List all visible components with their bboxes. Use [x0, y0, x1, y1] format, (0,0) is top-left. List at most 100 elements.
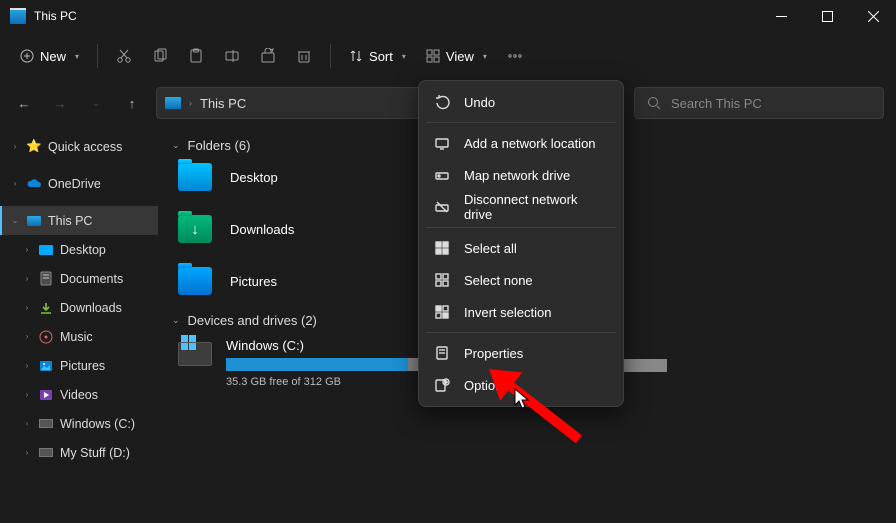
- sidebar-item-videos[interactable]: ›Videos: [0, 380, 158, 409]
- delete-button[interactable]: [288, 40, 320, 72]
- sidebar-item-quick-access[interactable]: ›⭐Quick access: [0, 132, 158, 161]
- recent-button[interactable]: ⌄: [84, 91, 108, 115]
- sort-label: Sort: [369, 49, 393, 64]
- folder-label: Downloads: [230, 222, 294, 237]
- cloud-icon: [26, 176, 42, 192]
- star-icon: ⭐: [26, 139, 42, 155]
- sidebar-item-label: This PC: [48, 214, 92, 228]
- close-button[interactable]: [850, 0, 896, 32]
- view-button[interactable]: View▾: [418, 40, 495, 72]
- menu-label: Select none: [464, 273, 533, 288]
- menu-add-network-location[interactable]: Add a network location: [424, 127, 618, 159]
- back-button[interactable]: ←: [12, 91, 36, 115]
- up-button[interactable]: ↑: [120, 91, 144, 115]
- forward-button[interactable]: →: [48, 91, 72, 115]
- menu-label: Select all: [464, 241, 517, 256]
- map-drive-icon: [434, 167, 450, 183]
- menu-separator: [426, 122, 616, 123]
- address-path: This PC: [200, 96, 246, 111]
- desktop-icon: [38, 242, 54, 258]
- menu-map-network-drive[interactable]: Map network drive: [424, 159, 618, 191]
- copy-button[interactable]: [144, 40, 176, 72]
- menu-label: Add a network location: [464, 136, 596, 151]
- menu-separator: [426, 332, 616, 333]
- menu-properties[interactable]: Properties: [424, 337, 618, 369]
- window-title: This PC: [34, 9, 758, 23]
- folder-icon: [178, 163, 212, 191]
- drive-usage-bar: [226, 358, 431, 371]
- music-icon: [38, 329, 54, 345]
- cut-button[interactable]: [108, 40, 140, 72]
- sidebar-item-label: Desktop: [60, 243, 106, 257]
- folder-icon: [178, 267, 212, 295]
- menu-label: Undo: [464, 95, 495, 110]
- videos-icon: [38, 387, 54, 403]
- drive-icon: [38, 416, 54, 432]
- folder-label: Pictures: [230, 274, 277, 289]
- undo-icon: [434, 94, 450, 110]
- view-label: View: [446, 49, 474, 64]
- toolbar: New▾ Sort▾ View▾: [0, 32, 896, 80]
- menu-label: Disconnect network drive: [464, 192, 608, 222]
- menu-select-all[interactable]: Select all: [424, 232, 618, 264]
- sidebar-item-downloads[interactable]: ›Downloads: [0, 293, 158, 322]
- sidebar-item-label: Windows (C:): [60, 417, 135, 431]
- sidebar-item-windows-c[interactable]: ›Windows (C:): [0, 409, 158, 438]
- menu-label: Map network drive: [464, 168, 570, 183]
- group-header-label: Devices and drives (2): [188, 313, 317, 328]
- sidebar-item-label: Documents: [60, 272, 123, 286]
- pc-icon: [26, 213, 42, 229]
- search-placeholder: Search This PC: [671, 96, 762, 111]
- new-button[interactable]: New▾: [12, 40, 87, 72]
- sidebar-item-desktop[interactable]: ›Desktop: [0, 235, 158, 264]
- paste-button[interactable]: [180, 40, 212, 72]
- menu-disconnect-network-drive[interactable]: Disconnect network drive: [424, 191, 618, 223]
- menu-undo[interactable]: Undo: [424, 86, 618, 118]
- titlebar: This PC: [0, 0, 896, 32]
- select-all-icon: [434, 240, 450, 256]
- menu-label: Invert selection: [464, 305, 551, 320]
- more-button[interactable]: [499, 40, 531, 72]
- sort-button[interactable]: Sort▾: [341, 40, 414, 72]
- sidebar-item-documents[interactable]: ›Documents: [0, 264, 158, 293]
- minimize-button[interactable]: [758, 0, 804, 32]
- this-pc-icon: [10, 8, 26, 24]
- downloads-icon: [38, 300, 54, 316]
- network-location-icon: [434, 135, 450, 151]
- sidebar-item-this-pc[interactable]: ⌄This PC: [0, 206, 158, 235]
- sidebar-item-mystuff-d[interactable]: ›My Stuff (D:): [0, 438, 158, 467]
- properties-icon: [434, 345, 450, 361]
- drive-icon: [38, 445, 54, 461]
- drive-free: 35.3 GB free of 312 GB: [226, 376, 431, 388]
- sidebar-item-label: Videos: [60, 388, 98, 402]
- share-button[interactable]: [252, 40, 284, 72]
- sidebar-item-pictures[interactable]: ›Pictures: [0, 351, 158, 380]
- sidebar-item-onedrive[interactable]: ›OneDrive: [0, 169, 158, 198]
- new-label: New: [40, 49, 66, 64]
- drive-icon: [178, 342, 212, 366]
- pictures-icon: [38, 358, 54, 374]
- invert-selection-icon: [434, 304, 450, 320]
- search-field[interactable]: Search This PC: [634, 87, 884, 119]
- folder-icon: [178, 215, 212, 243]
- group-header-label: Folders (6): [188, 138, 251, 153]
- drive-name: Windows (C:): [226, 338, 431, 353]
- menu-separator: [426, 227, 616, 228]
- rename-button[interactable]: [216, 40, 248, 72]
- maximize-button[interactable]: [804, 0, 850, 32]
- sidebar-item-label: OneDrive: [48, 177, 101, 191]
- sidebar-item-label: Downloads: [60, 301, 122, 315]
- sidebar-item-music[interactable]: ›Music: [0, 322, 158, 351]
- chevron-right-icon: ›: [189, 98, 192, 108]
- sidebar: ›⭐Quick access ›OneDrive ⌄This PC ›Deskt…: [0, 126, 158, 523]
- context-menu: Undo Add a network location Map network …: [418, 80, 624, 407]
- folder-label: Desktop: [230, 170, 278, 185]
- menu-invert-selection[interactable]: Invert selection: [424, 296, 618, 328]
- menu-select-none[interactable]: Select none: [424, 264, 618, 296]
- disconnect-drive-icon: [434, 199, 450, 215]
- sidebar-item-label: Quick access: [48, 140, 122, 154]
- pc-icon: [165, 97, 181, 109]
- drive-windows-c[interactable]: Windows (C:) 35.3 GB free of 312 GB: [178, 338, 431, 389]
- menu-label: Properties: [464, 346, 523, 361]
- sidebar-item-label: My Stuff (D:): [60, 446, 130, 460]
